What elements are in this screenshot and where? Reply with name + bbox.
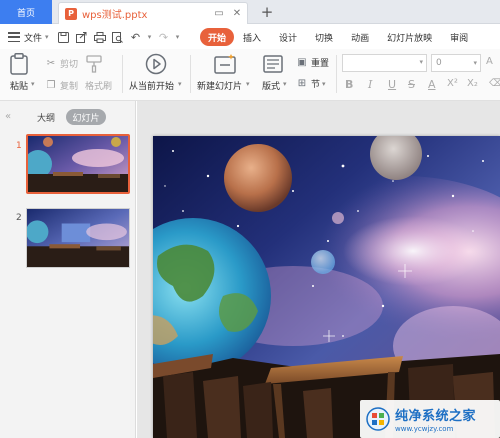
reset-button[interactable]: ▣ 重置 bbox=[296, 56, 329, 69]
slide-2-preview-image bbox=[27, 209, 129, 267]
menu-bar: 文件 ▾ ↶ ▾ ↷ ▾ 开始 插入 设计 切换 动画 幻灯片放映 审阅 bbox=[0, 25, 500, 49]
site-watermark: 纯净系统之家 www.ycwjzy.com bbox=[360, 400, 500, 438]
reset-label: 重置 bbox=[311, 59, 330, 69]
font-color-button[interactable]: A bbox=[428, 78, 436, 91]
print-icon[interactable] bbox=[91, 28, 109, 46]
section-caret-icon: ▾ bbox=[322, 79, 326, 88]
copy-label: 复制 bbox=[60, 82, 79, 92]
file-menu-caret-icon[interactable]: ▾ bbox=[45, 33, 49, 41]
scissors-icon: ✂ bbox=[46, 58, 56, 69]
new-tab-button[interactable]: + bbox=[258, 3, 276, 21]
ribbon-divider bbox=[190, 55, 191, 93]
paste-caret-icon[interactable]: ▾ bbox=[31, 80, 35, 88]
new-slide-label[interactable]: 新建幻灯片 bbox=[197, 79, 242, 92]
file-menu[interactable]: 文件 bbox=[24, 31, 42, 44]
watermark-title: 纯净系统之家 bbox=[395, 409, 477, 424]
italic-button[interactable]: I bbox=[368, 78, 372, 91]
copy-button[interactable]: ❐ 复制 bbox=[45, 79, 79, 92]
save-icon[interactable] bbox=[55, 28, 73, 46]
paste-label[interactable]: 粘贴 bbox=[10, 79, 28, 92]
tab-outline[interactable]: 大纲 bbox=[31, 109, 61, 125]
space-cafe-background-image bbox=[153, 136, 500, 438]
font-size-select[interactable]: 0 ▾ bbox=[431, 54, 481, 72]
watermark-logo-icon bbox=[366, 407, 390, 431]
window-restore-icon[interactable]: ▭ bbox=[211, 6, 227, 22]
layout-button[interactable] bbox=[263, 55, 283, 76]
paste-button[interactable] bbox=[9, 53, 29, 78]
home-tab[interactable]: 首页 bbox=[0, 0, 52, 24]
new-slide-button[interactable] bbox=[214, 53, 236, 78]
layout-icon bbox=[263, 55, 283, 73]
layout-caret-icon[interactable]: ▾ bbox=[283, 80, 287, 88]
copy-icon: ❐ bbox=[46, 80, 56, 91]
export-icon[interactable] bbox=[73, 28, 91, 46]
tab-review[interactable]: 审阅 bbox=[441, 28, 477, 46]
format-painter-label[interactable]: 格式刷 bbox=[85, 79, 112, 92]
document-tab[interactable]: P wps测试.pptx ▭ ✕ bbox=[58, 2, 248, 24]
tab-slides[interactable]: 幻灯片 bbox=[66, 109, 106, 125]
cut-label: 剪切 bbox=[60, 60, 79, 70]
quick-access-more-icon[interactable]: ▾ bbox=[173, 28, 183, 46]
document-tab-title: wps测试.pptx bbox=[82, 10, 148, 21]
tab-animations[interactable]: 动画 bbox=[342, 28, 378, 46]
paintbrush-icon bbox=[86, 55, 102, 73]
hamburger-menu-icon[interactable] bbox=[8, 32, 20, 42]
ribbon-divider bbox=[336, 55, 337, 93]
font-family-caret-icon: ▾ bbox=[419, 58, 423, 66]
bold-button[interactable]: B bbox=[345, 78, 353, 91]
underline-button[interactable]: U bbox=[388, 78, 396, 91]
increase-font-icon[interactable]: A bbox=[486, 56, 493, 67]
slides-panel: « 大纲 幻灯片 1 2 bbox=[0, 101, 136, 438]
reset-icon: ▣ bbox=[297, 57, 307, 68]
slide-thumbnail-1[interactable] bbox=[26, 134, 130, 194]
section-icon: ⊞ bbox=[297, 78, 307, 89]
section-label: 节 bbox=[311, 80, 321, 90]
close-tab-icon[interactable]: ✕ bbox=[229, 6, 245, 22]
font-size-caret-icon: ▾ bbox=[473, 59, 477, 67]
tab-slideshow[interactable]: 幻灯片放映 bbox=[378, 28, 441, 46]
section-button[interactable]: ⊞ 节 ▾ bbox=[296, 77, 326, 90]
undo-caret-icon[interactable]: ▾ bbox=[145, 28, 155, 46]
print-preview-icon[interactable] bbox=[109, 28, 127, 46]
superscript-button[interactable]: X² bbox=[447, 78, 458, 89]
tab-start[interactable]: 开始 bbox=[200, 28, 235, 46]
cut-button[interactable]: ✂ 剪切 bbox=[45, 57, 78, 70]
current-slide[interactable] bbox=[153, 136, 500, 438]
tab-design[interactable]: 设计 bbox=[270, 28, 306, 46]
strikethrough-button[interactable]: S bbox=[408, 78, 415, 91]
tab-transitions[interactable]: 切换 bbox=[306, 28, 342, 46]
format-painter-button[interactable] bbox=[86, 55, 102, 76]
new-slide-caret-icon[interactable]: ▾ bbox=[246, 80, 250, 88]
slide-thumbnail-2[interactable] bbox=[26, 208, 130, 268]
slide-1-preview-image bbox=[28, 136, 128, 192]
paste-icon bbox=[10, 53, 28, 75]
play-from-current-button[interactable] bbox=[145, 53, 167, 78]
font-size-value: 0 bbox=[436, 58, 442, 68]
redo-icon[interactable]: ↷ bbox=[155, 28, 173, 46]
ribbon-toolbar: 粘贴 ▾ ✂ 剪切 ❐ 复制 格式刷 从当前开始 ▾ 新建幻灯片 ▾ 版式 ▾ … bbox=[0, 49, 500, 101]
ribbon-divider bbox=[122, 55, 123, 93]
font-family-select[interactable]: ▾ bbox=[342, 54, 427, 72]
undo-icon[interactable]: ↶ bbox=[127, 28, 145, 46]
layout-label[interactable]: 版式 bbox=[262, 79, 280, 92]
play-caret-icon[interactable]: ▾ bbox=[178, 80, 182, 88]
ribbon-tab-list: 开始 插入 设计 切换 动画 幻灯片放映 审阅 bbox=[200, 28, 477, 46]
play-from-current-label[interactable]: 从当前开始 bbox=[129, 79, 174, 92]
watermark-url: www.ycwjzy.com bbox=[395, 425, 454, 433]
slide-number: 2 bbox=[16, 213, 22, 223]
ppt-file-icon: P bbox=[65, 7, 77, 20]
slide-number: 1 bbox=[16, 141, 22, 151]
new-slide-icon bbox=[214, 54, 236, 74]
clear-format-icon[interactable]: ⌫ bbox=[489, 78, 500, 89]
subscript-button[interactable]: X₂ bbox=[467, 78, 478, 89]
play-icon bbox=[145, 53, 167, 75]
window-tab-bar: 首页 P wps测试.pptx ▭ ✕ + bbox=[0, 0, 500, 24]
tab-insert[interactable]: 插入 bbox=[234, 28, 270, 46]
collapse-panel-icon[interactable]: « bbox=[5, 111, 11, 122]
